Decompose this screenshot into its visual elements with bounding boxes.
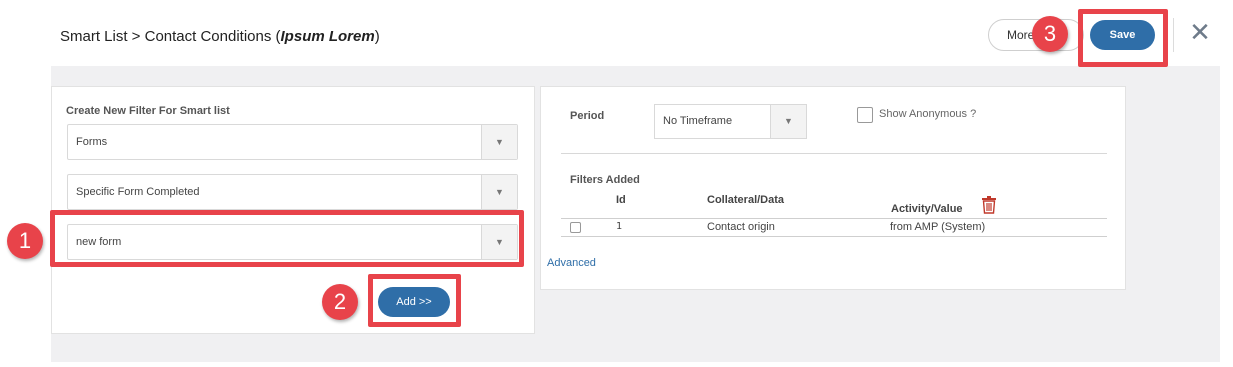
period-select-value: No Timeframe	[663, 115, 733, 127]
filters-added-label: Filters Added	[570, 174, 640, 186]
row-id: 1	[616, 221, 623, 232]
page-title: Smart List > Contact Conditions (Ipsum L…	[60, 28, 380, 45]
trash-icon[interactable]	[981, 196, 997, 214]
page-title-suffix: )	[374, 28, 380, 45]
page-title-name: Ipsum Lorem	[280, 28, 375, 45]
step-badge-3: 3	[1032, 16, 1068, 52]
show-anonymous-label: Show Anonymous ?	[879, 108, 977, 120]
column-header-id: Id	[616, 194, 626, 206]
column-header-activity: Activity/Value	[891, 203, 963, 215]
show-anonymous-checkbox[interactable]	[857, 107, 873, 123]
step-badge-1: 1	[7, 223, 43, 259]
filter-condition-select[interactable]: Specific Form Completed ▼	[67, 174, 518, 210]
filter-type-value: Forms	[76, 136, 108, 148]
page-title-prefix: Smart List > Contact Conditions (	[60, 28, 281, 45]
step-badge-2: 2	[322, 284, 358, 320]
filter-condition-value: Specific Form Completed	[76, 186, 200, 198]
chevron-down-icon[interactable]: ▼	[481, 125, 517, 159]
row-checkbox[interactable]	[570, 222, 581, 233]
close-icon[interactable]: ✕	[1188, 18, 1212, 46]
chevron-down-icon[interactable]: ▼	[481, 175, 517, 209]
table-row-line	[561, 236, 1107, 237]
highlight-box-save-button	[1078, 9, 1168, 67]
highlight-box-add-button	[368, 274, 461, 327]
highlight-box-form-select	[50, 210, 524, 267]
filter-type-select[interactable]: Forms ▼	[67, 124, 518, 160]
advanced-link[interactable]: Advanced	[547, 257, 596, 269]
row-activity: from AMP (System)	[890, 221, 986, 233]
period-label: Period	[570, 110, 605, 122]
period-select[interactable]: No Timeframe ▼	[654, 104, 807, 139]
section-divider	[561, 153, 1107, 154]
create-filter-label: Create New Filter For Smart list	[66, 105, 230, 117]
table-header-line	[561, 218, 1107, 219]
filters-panel	[540, 86, 1126, 290]
column-header-collateral: Collateral/Data	[707, 194, 785, 206]
header-divider	[1173, 18, 1174, 52]
row-collateral: Contact origin	[707, 221, 775, 233]
chevron-down-icon[interactable]: ▼	[770, 105, 806, 138]
